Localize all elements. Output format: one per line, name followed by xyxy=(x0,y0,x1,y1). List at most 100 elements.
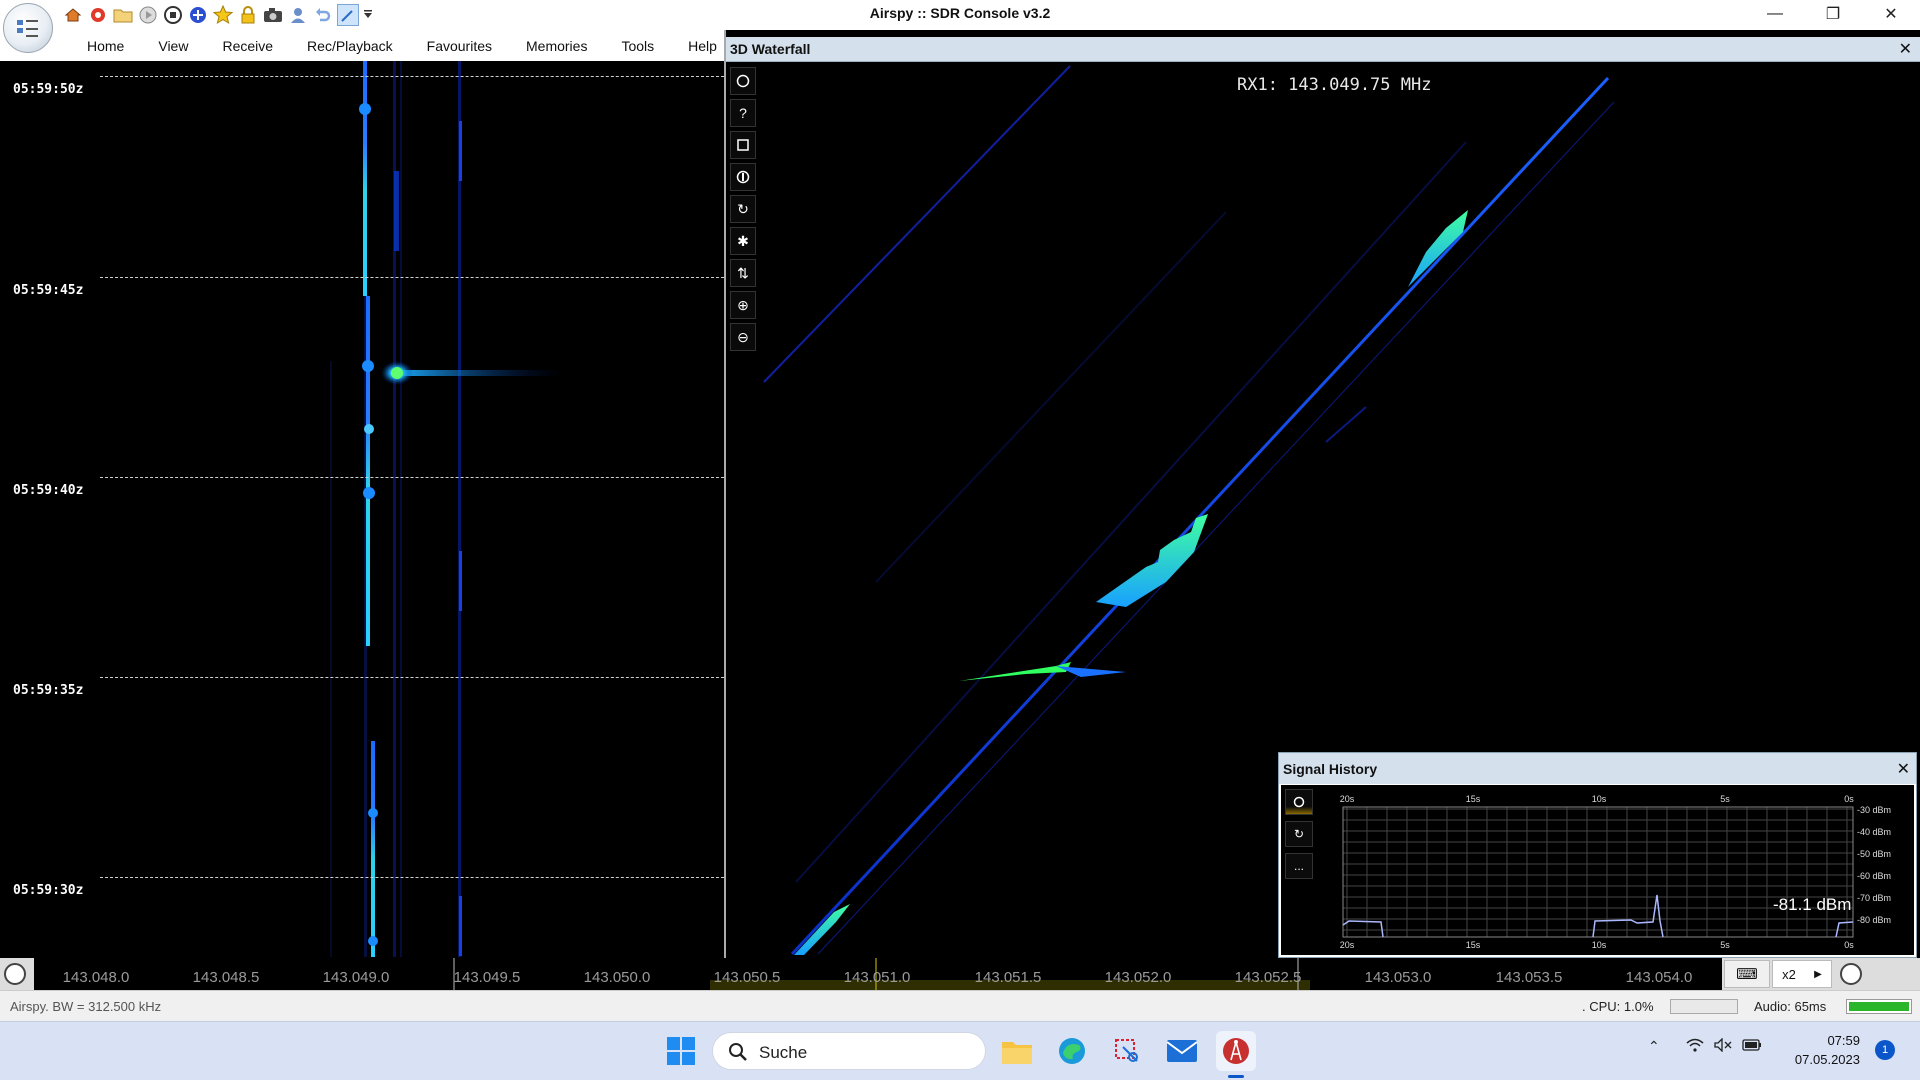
dbm-tick: -50 dBm xyxy=(1857,849,1892,859)
minimize-icon[interactable]: — xyxy=(1746,0,1804,28)
frequency-tick: 143.052.5 xyxy=(1234,969,1302,986)
frequency-scale[interactable]: 143.048.0 143.048.5 143.049.0 143.049.5 … xyxy=(34,958,1722,990)
timestamp-label: 05:59:40z xyxy=(13,483,84,498)
frequency-tick: 143.048.5 xyxy=(192,969,260,986)
info-icon[interactable] xyxy=(730,163,756,191)
dbm-tick: -40 dBm xyxy=(1857,827,1892,837)
time-tick: 20s xyxy=(1339,794,1355,804)
windows-start-icon[interactable] xyxy=(661,1031,701,1071)
menu-tools[interactable]: Tools xyxy=(604,38,671,54)
close-icon[interactable]: ✕ xyxy=(1897,759,1910,779)
menu-view[interactable]: View xyxy=(141,38,205,54)
zoom-selector[interactable]: x2 ▶ xyxy=(1772,960,1832,988)
undo-icon[interactable] xyxy=(312,4,334,26)
waterfall3d-title: 3D Waterfall xyxy=(730,41,811,57)
edge-icon[interactable] xyxy=(1052,1031,1092,1071)
mail-icon[interactable] xyxy=(1162,1031,1202,1071)
home-icon[interactable] xyxy=(62,4,84,26)
frequency-tick: 143.051.5 xyxy=(974,969,1042,986)
menu-bar: Home View Receive Rec/Playback Favourite… xyxy=(0,30,724,61)
close-icon[interactable]: ✕ xyxy=(1862,0,1920,28)
frequency-tick: 143.049.5 xyxy=(453,969,521,986)
zoom-out-icon[interactable]: ⊖ xyxy=(730,323,756,351)
sdr-console-icon[interactable] xyxy=(1216,1031,1256,1071)
timestamp-line xyxy=(100,76,724,77)
timestamp-line xyxy=(100,477,724,478)
timestamp-label: 05:59:35z xyxy=(13,683,84,698)
quick-access-toolbar xyxy=(62,3,374,27)
scroll-left-icon[interactable] xyxy=(4,963,26,985)
stop-icon[interactable] xyxy=(162,4,184,26)
camera-icon[interactable] xyxy=(262,4,284,26)
clock-time: 07:59 xyxy=(1827,1033,1860,1048)
signal-history-title: Signal History xyxy=(1283,761,1378,777)
waterfall3d-header: 3D Waterfall ✕ xyxy=(726,37,1920,62)
menu-memories[interactable]: Memories xyxy=(509,38,604,54)
file-explorer-icon[interactable] xyxy=(997,1031,1037,1071)
dbm-tick: -60 dBm xyxy=(1857,871,1892,881)
rx-frequency-label: RX1: 143.049.75 MHz xyxy=(1237,75,1432,95)
battery-icon[interactable] xyxy=(1742,1038,1762,1055)
snipping-tool-icon[interactable] xyxy=(1107,1031,1147,1071)
menu-favourites[interactable]: Favourites xyxy=(410,38,509,54)
square-icon[interactable] xyxy=(730,131,756,159)
spectrum-waterfall[interactable]: 05:59:50z 05:59:45z 05:59:40z 05:59:35z … xyxy=(0,61,724,957)
time-tick: 5s xyxy=(1720,940,1730,950)
lock-icon[interactable] xyxy=(237,4,259,26)
scroll-right-icon[interactable] xyxy=(1840,963,1862,985)
edit-icon[interactable] xyxy=(337,4,359,26)
restore-icon[interactable]: ❐ xyxy=(1804,0,1862,28)
active-app-indicator xyxy=(1228,1075,1244,1078)
timestamp-line xyxy=(100,677,724,678)
keyboard-icon[interactable]: ⌨ xyxy=(1724,960,1770,988)
taskbar-search[interactable]: Suche xyxy=(712,1032,986,1070)
dbm-tick: -30 dBm xyxy=(1857,805,1892,815)
add-icon[interactable] xyxy=(187,4,209,26)
help-icon[interactable]: ? xyxy=(730,99,756,127)
application-menu-button[interactable] xyxy=(3,3,53,53)
device-bandwidth-status: Airspy. BW = 312.500 kHz xyxy=(10,999,162,1014)
circle-icon[interactable] xyxy=(730,67,756,95)
search-icon xyxy=(729,1043,747,1061)
swap-vertical-icon[interactable]: ⇅ xyxy=(730,259,756,287)
clock-date: 07.05.2023 xyxy=(1794,1052,1860,1067)
status-bar: Airspy. BW = 312.500 kHz . CPU: 1.0% Aud… xyxy=(0,990,1920,1021)
waterfall-signal-traces xyxy=(330,61,565,957)
audio-meter-fill xyxy=(1849,1002,1909,1011)
notification-badge[interactable]: 1 xyxy=(1875,1040,1895,1060)
rotate-icon[interactable]: ↻ xyxy=(730,195,756,223)
time-tick: 10s xyxy=(1591,940,1607,950)
star-icon[interactable] xyxy=(212,4,234,26)
audio-meter xyxy=(1846,999,1912,1014)
chevron-up-icon[interactable]: ⌃ xyxy=(1648,1038,1660,1055)
play-icon[interactable] xyxy=(137,4,159,26)
folder-icon[interactable] xyxy=(112,4,134,26)
zoom-in-icon[interactable]: ⊕ xyxy=(730,291,756,319)
menu-home[interactable]: Home xyxy=(70,38,141,54)
time-tick: 15s xyxy=(1465,940,1481,950)
time-tick: 20s xyxy=(1339,940,1355,950)
frequency-tick: 143.052.0 xyxy=(1104,969,1172,986)
menu-receive[interactable]: Receive xyxy=(205,38,290,54)
signal-history-plot: ↻ ... 20s 15s 10s 5s 0s 20s 15s 10s 5s 0… xyxy=(1281,785,1914,955)
timestamp-line xyxy=(100,277,724,278)
windows-taskbar: Suche ⌃ 07:59 07.05.2023 1 xyxy=(0,1021,1920,1080)
menu-rec-playback[interactable]: Rec/Playback xyxy=(290,38,410,54)
close-icon[interactable]: ✕ xyxy=(1899,39,1912,59)
cpu-meter xyxy=(1670,999,1738,1014)
frequency-tick: 143.049.0 xyxy=(322,969,390,986)
user-icon[interactable] xyxy=(287,4,309,26)
app-menu-icon xyxy=(17,20,38,37)
wifi-icon[interactable] xyxy=(1686,1038,1704,1055)
speaker-muted-icon[interactable] xyxy=(1714,1037,1732,1055)
dropdown-arrow-icon[interactable] xyxy=(362,4,374,26)
lifebuoy-icon[interactable] xyxy=(87,4,109,26)
window-controls: — ❐ ✕ xyxy=(1746,0,1920,28)
system-clock[interactable]: 07:59 07.05.2023 xyxy=(1778,1031,1860,1069)
asterisk-icon[interactable]: ✱ xyxy=(730,227,756,255)
time-tick: 0s xyxy=(1844,794,1854,804)
chevron-right-icon[interactable]: ▶ xyxy=(1814,969,1822,980)
frequency-tick: 143.048.0 xyxy=(62,969,130,986)
frequency-tick: 143.053.5 xyxy=(1495,969,1563,986)
timestamp-line xyxy=(100,877,724,878)
